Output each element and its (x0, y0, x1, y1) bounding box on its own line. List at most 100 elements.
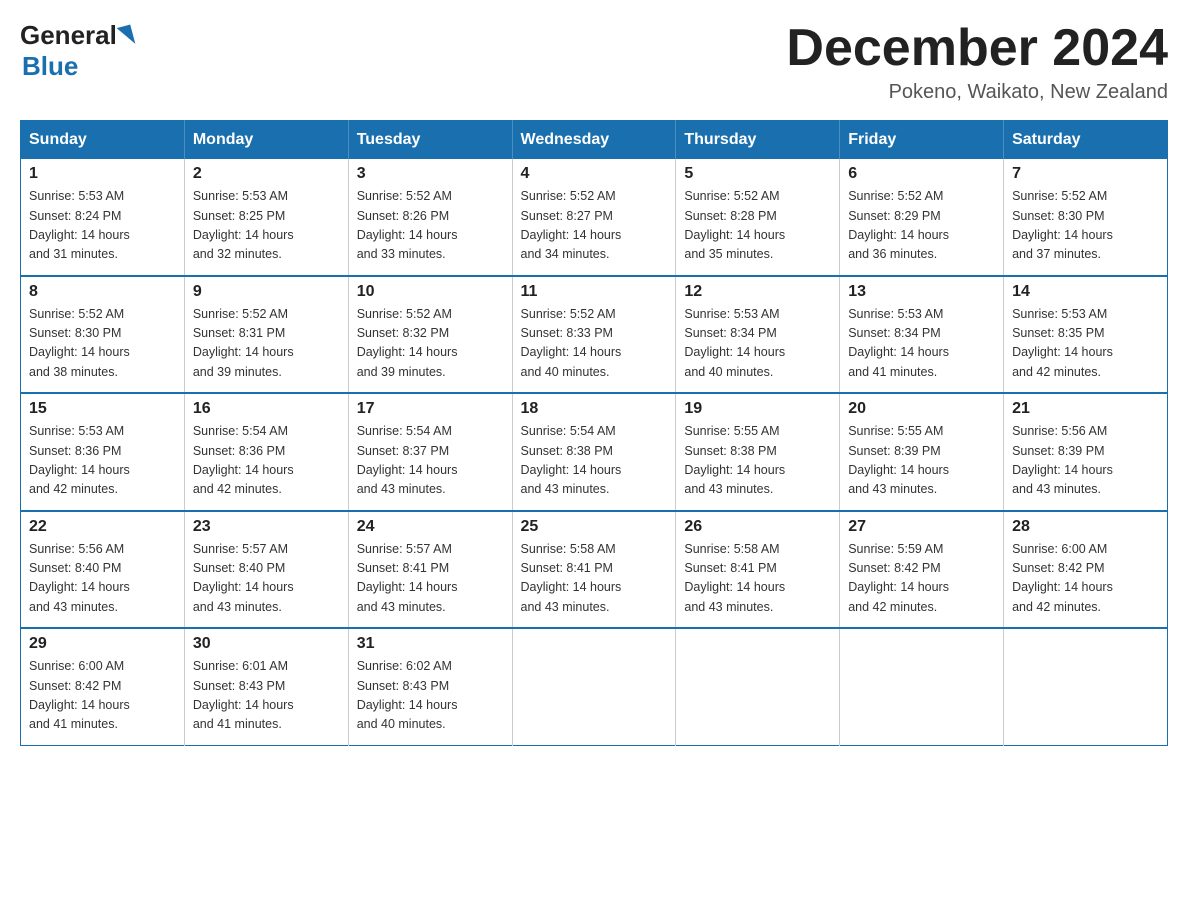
calendar-week-1: 1 Sunrise: 5:53 AMSunset: 8:24 PMDayligh… (21, 159, 1168, 276)
calendar-cell: 10 Sunrise: 5:52 AMSunset: 8:32 PMDaylig… (348, 276, 512, 394)
calendar-cell: 17 Sunrise: 5:54 AMSunset: 8:37 PMDaylig… (348, 393, 512, 511)
day-number: 12 (684, 283, 831, 301)
day-info: Sunrise: 5:52 AMSunset: 8:30 PMDaylight:… (29, 307, 130, 379)
day-info: Sunrise: 5:52 AMSunset: 8:26 PMDaylight:… (357, 189, 458, 261)
day-info: Sunrise: 6:00 AMSunset: 8:42 PMDaylight:… (1012, 542, 1113, 614)
day-number: 10 (357, 283, 504, 301)
day-info: Sunrise: 5:56 AMSunset: 8:39 PMDaylight:… (1012, 424, 1113, 496)
day-number: 6 (848, 165, 995, 183)
calendar-cell: 27 Sunrise: 5:59 AMSunset: 8:42 PMDaylig… (840, 511, 1004, 629)
day-info: Sunrise: 5:52 AMSunset: 8:33 PMDaylight:… (521, 307, 622, 379)
logo-blue-text: Blue (22, 51, 78, 81)
calendar-cell: 8 Sunrise: 5:52 AMSunset: 8:30 PMDayligh… (21, 276, 185, 394)
day-number: 11 (521, 283, 668, 301)
day-number: 22 (29, 518, 176, 536)
day-number: 30 (193, 635, 340, 653)
day-number: 13 (848, 283, 995, 301)
day-info: Sunrise: 5:58 AMSunset: 8:41 PMDaylight:… (684, 542, 785, 614)
day-number: 7 (1012, 165, 1159, 183)
day-number: 4 (521, 165, 668, 183)
logo: General Blue (20, 20, 135, 82)
calendar-week-3: 15 Sunrise: 5:53 AMSunset: 8:36 PMDaylig… (21, 393, 1168, 511)
day-info: Sunrise: 5:59 AMSunset: 8:42 PMDaylight:… (848, 542, 949, 614)
calendar-cell: 1 Sunrise: 5:53 AMSunset: 8:24 PMDayligh… (21, 159, 185, 276)
calendar-cell: 14 Sunrise: 5:53 AMSunset: 8:35 PMDaylig… (1004, 276, 1168, 394)
day-info: Sunrise: 5:52 AMSunset: 8:31 PMDaylight:… (193, 307, 294, 379)
calendar-cell: 11 Sunrise: 5:52 AMSunset: 8:33 PMDaylig… (512, 276, 676, 394)
calendar-cell: 15 Sunrise: 5:53 AMSunset: 8:36 PMDaylig… (21, 393, 185, 511)
title-section: December 2024 Pokeno, Waikato, New Zeala… (786, 20, 1168, 104)
day-info: Sunrise: 5:57 AMSunset: 8:41 PMDaylight:… (357, 542, 458, 614)
calendar-cell: 6 Sunrise: 5:52 AMSunset: 8:29 PMDayligh… (840, 159, 1004, 276)
calendar-cell: 24 Sunrise: 5:57 AMSunset: 8:41 PMDaylig… (348, 511, 512, 629)
day-info: Sunrise: 5:56 AMSunset: 8:40 PMDaylight:… (29, 542, 130, 614)
calendar-week-2: 8 Sunrise: 5:52 AMSunset: 8:30 PMDayligh… (21, 276, 1168, 394)
logo-general-text: General (20, 20, 117, 51)
day-info: Sunrise: 6:00 AMSunset: 8:42 PMDaylight:… (29, 659, 130, 731)
day-info: Sunrise: 5:54 AMSunset: 8:37 PMDaylight:… (357, 424, 458, 496)
calendar-cell: 22 Sunrise: 5:56 AMSunset: 8:40 PMDaylig… (21, 511, 185, 629)
location-subtitle: Pokeno, Waikato, New Zealand (786, 81, 1168, 104)
calendar-cell: 26 Sunrise: 5:58 AMSunset: 8:41 PMDaylig… (676, 511, 840, 629)
day-number: 18 (521, 400, 668, 418)
calendar-cell: 25 Sunrise: 5:58 AMSunset: 8:41 PMDaylig… (512, 511, 676, 629)
day-number: 27 (848, 518, 995, 536)
calendar-table: SundayMondayTuesdayWednesdayThursdayFrid… (20, 120, 1168, 746)
day-number: 5 (684, 165, 831, 183)
day-number: 23 (193, 518, 340, 536)
calendar-cell: 3 Sunrise: 5:52 AMSunset: 8:26 PMDayligh… (348, 159, 512, 276)
day-info: Sunrise: 5:52 AMSunset: 8:28 PMDaylight:… (684, 189, 785, 261)
day-number: 24 (357, 518, 504, 536)
header-monday: Monday (184, 121, 348, 160)
calendar-cell (676, 628, 840, 745)
day-info: Sunrise: 5:55 AMSunset: 8:39 PMDaylight:… (848, 424, 949, 496)
calendar-cell: 30 Sunrise: 6:01 AMSunset: 8:43 PMDaylig… (184, 628, 348, 745)
day-info: Sunrise: 5:53 AMSunset: 8:36 PMDaylight:… (29, 424, 130, 496)
day-info: Sunrise: 5:55 AMSunset: 8:38 PMDaylight:… (684, 424, 785, 496)
day-info: Sunrise: 5:54 AMSunset: 8:38 PMDaylight:… (521, 424, 622, 496)
header-tuesday: Tuesday (348, 121, 512, 160)
day-number: 9 (193, 283, 340, 301)
day-number: 19 (684, 400, 831, 418)
page-header: General Blue December 2024 Pokeno, Waika… (20, 20, 1168, 104)
day-info: Sunrise: 5:53 AMSunset: 8:34 PMDaylight:… (848, 307, 949, 379)
logo-arrow-icon (116, 24, 135, 47)
day-info: Sunrise: 5:52 AMSunset: 8:32 PMDaylight:… (357, 307, 458, 379)
calendar-cell: 9 Sunrise: 5:52 AMSunset: 8:31 PMDayligh… (184, 276, 348, 394)
day-number: 2 (193, 165, 340, 183)
day-info: Sunrise: 5:58 AMSunset: 8:41 PMDaylight:… (521, 542, 622, 614)
header-thursday: Thursday (676, 121, 840, 160)
day-number: 14 (1012, 283, 1159, 301)
calendar-cell: 28 Sunrise: 6:00 AMSunset: 8:42 PMDaylig… (1004, 511, 1168, 629)
day-info: Sunrise: 6:02 AMSunset: 8:43 PMDaylight:… (357, 659, 458, 731)
day-number: 31 (357, 635, 504, 653)
calendar-cell (1004, 628, 1168, 745)
header-friday: Friday (840, 121, 1004, 160)
calendar-week-5: 29 Sunrise: 6:00 AMSunset: 8:42 PMDaylig… (21, 628, 1168, 745)
day-info: Sunrise: 5:52 AMSunset: 8:27 PMDaylight:… (521, 189, 622, 261)
day-number: 16 (193, 400, 340, 418)
calendar-cell: 13 Sunrise: 5:53 AMSunset: 8:34 PMDaylig… (840, 276, 1004, 394)
header-sunday: Sunday (21, 121, 185, 160)
day-number: 8 (29, 283, 176, 301)
day-number: 17 (357, 400, 504, 418)
calendar-cell: 7 Sunrise: 5:52 AMSunset: 8:30 PMDayligh… (1004, 159, 1168, 276)
calendar-cell: 19 Sunrise: 5:55 AMSunset: 8:38 PMDaylig… (676, 393, 840, 511)
calendar-cell: 4 Sunrise: 5:52 AMSunset: 8:27 PMDayligh… (512, 159, 676, 276)
day-info: Sunrise: 5:53 AMSunset: 8:24 PMDaylight:… (29, 189, 130, 261)
calendar-cell: 31 Sunrise: 6:02 AMSunset: 8:43 PMDaylig… (348, 628, 512, 745)
calendar-cell: 21 Sunrise: 5:56 AMSunset: 8:39 PMDaylig… (1004, 393, 1168, 511)
calendar-cell: 12 Sunrise: 5:53 AMSunset: 8:34 PMDaylig… (676, 276, 840, 394)
calendar-cell (840, 628, 1004, 745)
day-info: Sunrise: 5:57 AMSunset: 8:40 PMDaylight:… (193, 542, 294, 614)
day-number: 26 (684, 518, 831, 536)
day-number: 3 (357, 165, 504, 183)
day-info: Sunrise: 5:53 AMSunset: 8:35 PMDaylight:… (1012, 307, 1113, 379)
calendar-cell (512, 628, 676, 745)
day-info: Sunrise: 6:01 AMSunset: 8:43 PMDaylight:… (193, 659, 294, 731)
day-number: 21 (1012, 400, 1159, 418)
day-number: 1 (29, 165, 176, 183)
calendar-header-row: SundayMondayTuesdayWednesdayThursdayFrid… (21, 121, 1168, 160)
month-title: December 2024 (786, 20, 1168, 77)
calendar-cell: 29 Sunrise: 6:00 AMSunset: 8:42 PMDaylig… (21, 628, 185, 745)
